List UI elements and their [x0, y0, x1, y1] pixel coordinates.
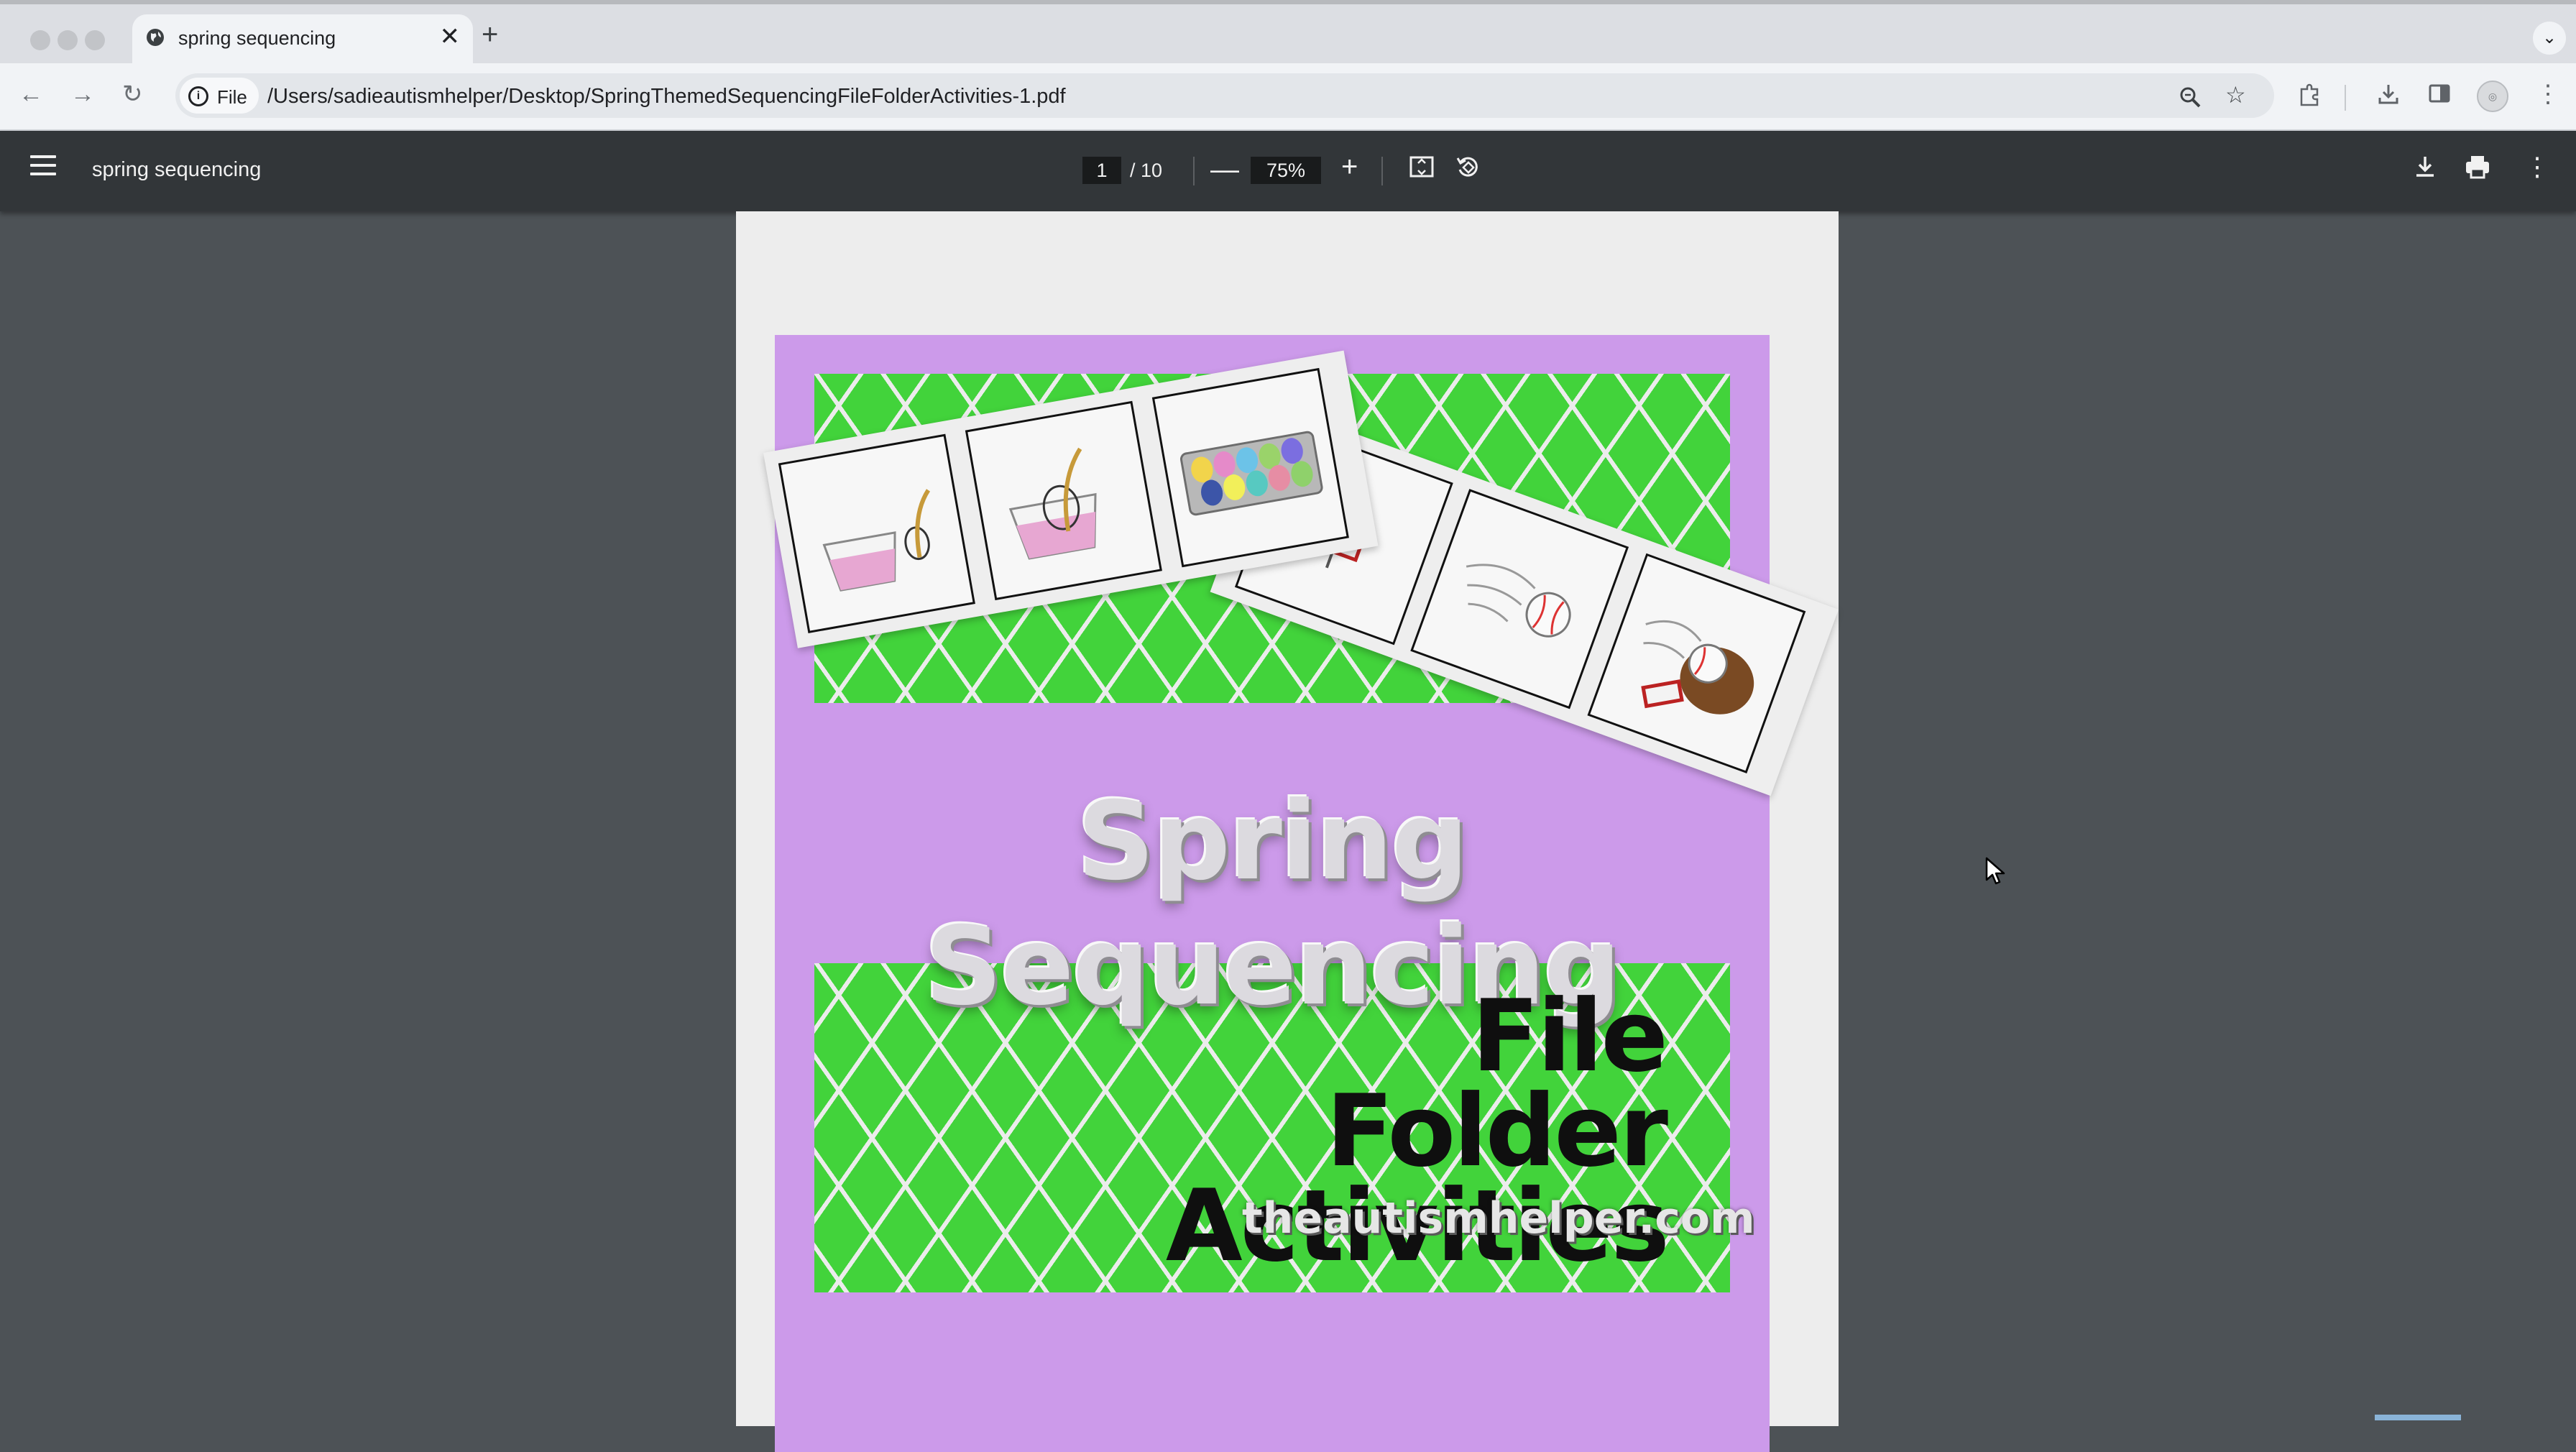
- side-panel-icon[interactable]: [2428, 82, 2451, 105]
- site-info-chip[interactable]: i File: [180, 78, 259, 114]
- dye-cup-picture: [822, 489, 931, 592]
- toolbar-divider: [1193, 157, 1195, 185]
- site-info-label: File: [217, 86, 247, 108]
- forward-arrow-icon[interactable]: →: [70, 82, 95, 106]
- zoom-in-button[interactable]: +: [1341, 152, 1358, 181]
- bookmark-star-icon[interactable]: ☆: [2225, 83, 2246, 106]
- sidebar-menu-icon[interactable]: [30, 155, 56, 178]
- globe-icon: [147, 29, 164, 46]
- baseball-glove-picture: [1641, 620, 1754, 714]
- sequence-card-caught-ball: [1587, 553, 1806, 773]
- colored-eggs-picture: [1179, 431, 1323, 516]
- zoom-out-button[interactable]: —: [1210, 155, 1239, 184]
- info-icon: i: [188, 86, 208, 106]
- address-toolbar: ← → ↻ i File /Users/sadieautismhelper/De…: [0, 63, 2576, 131]
- browser-tab[interactable]: spring sequencing ✕: [132, 14, 473, 68]
- sequence-card-egg-dipping: [965, 400, 1162, 601]
- download-icon[interactable]: [2412, 154, 2438, 180]
- reload-icon[interactable]: ↻: [122, 82, 143, 106]
- pdf-page: Spring Sequencing File Folder Activities…: [736, 211, 1839, 1452]
- print-icon[interactable]: [2464, 154, 2491, 180]
- zoom-icon[interactable]: [2178, 85, 2202, 109]
- toolbar-divider: [2345, 85, 2346, 111]
- sequence-card-thrown-ball: [1410, 489, 1629, 709]
- more-options-icon[interactable]: ⋮: [2524, 154, 2550, 180]
- more-menu-icon[interactable]: ⋮: [2536, 82, 2560, 106]
- minimize-window-button[interactable]: [58, 30, 78, 50]
- url-text[interactable]: /Users/sadieautismhelper/Desktop/SpringT…: [267, 85, 1066, 109]
- website-text: theautismhelper.com: [1242, 1193, 1755, 1244]
- download-icon[interactable]: [2376, 82, 2401, 106]
- fit-to-page-icon[interactable]: [1409, 154, 1435, 180]
- close-window-button[interactable]: [30, 30, 50, 50]
- cover-subtitle-line1: File Folder: [1325, 978, 1668, 1189]
- rotate-icon[interactable]: [1455, 154, 1481, 180]
- egg-dipping-picture: [1008, 447, 1097, 560]
- page-total: / 10: [1130, 160, 1163, 181]
- thrown-baseball-picture: [1466, 564, 1571, 638]
- page-number-input[interactable]: 1: [1082, 157, 1121, 184]
- tab-title: spring sequencing: [178, 27, 336, 49]
- tab-close-icon[interactable]: ✕: [440, 24, 461, 49]
- sequence-card-egg-carton: [1151, 367, 1349, 568]
- scrollbar-thumb[interactable]: [2375, 1415, 2461, 1420]
- extensions-icon[interactable]: [2297, 82, 2322, 106]
- zoom-level-input[interactable]: 75%: [1251, 157, 1321, 184]
- sequence-card-dye-cup: [778, 433, 975, 633]
- pdf-toolbar: spring sequencing 1 / 10 — 75% + ⋮: [0, 131, 2576, 211]
- new-tab-button[interactable]: +: [482, 20, 498, 49]
- toolbar-divider: [1381, 157, 1383, 185]
- back-arrow-icon[interactable]: ←: [19, 82, 43, 106]
- profile-avatar-icon[interactable]: ◎: [2477, 81, 2508, 112]
- mouse-cursor-icon: [1985, 857, 2005, 885]
- address-bar[interactable]: i File /Users/sadieautismhelper/Desktop/…: [175, 73, 2274, 118]
- maximize-window-button[interactable]: [85, 30, 105, 50]
- tab-search-chevron-icon[interactable]: ⌄: [2533, 22, 2566, 55]
- tab-strip: spring sequencing ✕ + ⌄: [0, 0, 2576, 68]
- cover-artwork: Spring Sequencing File Folder Activities…: [763, 335, 1839, 1452]
- document-title: spring sequencing: [92, 158, 262, 181]
